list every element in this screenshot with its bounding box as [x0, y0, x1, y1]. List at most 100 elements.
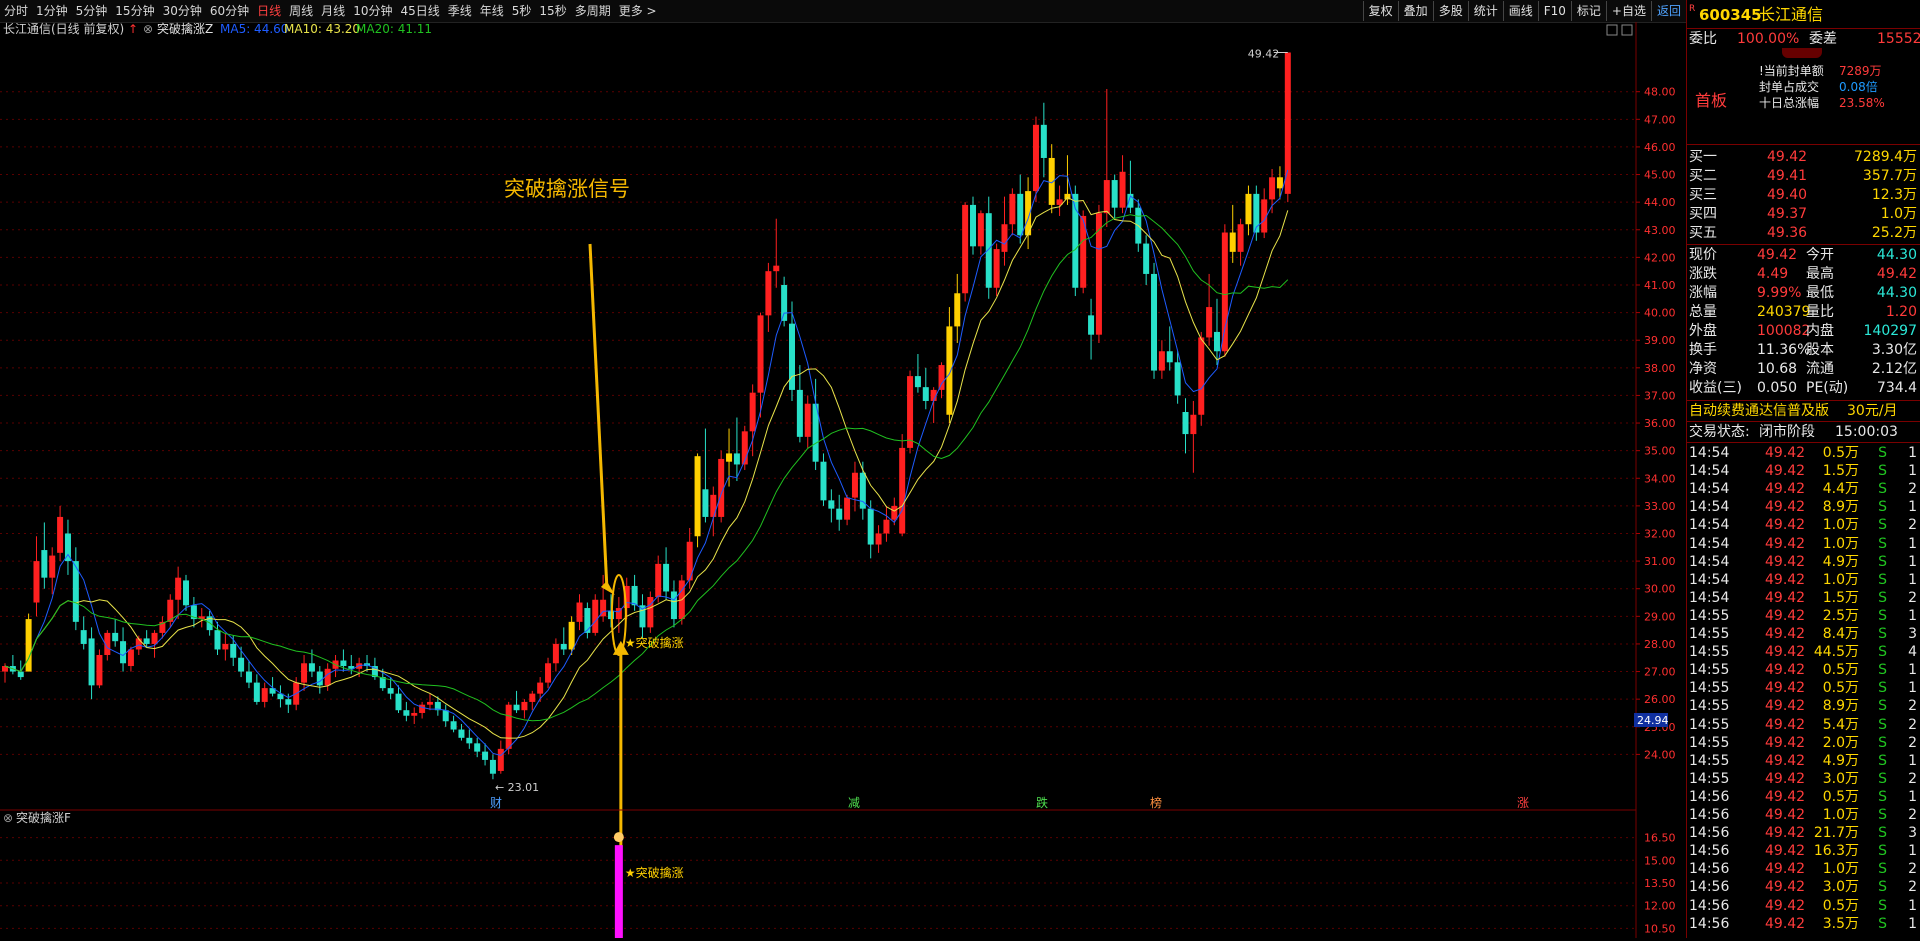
candle-body[interactable] [143, 638, 150, 644]
candle-body[interactable] [403, 710, 410, 716]
gear-icon[interactable]: ⊗ [143, 22, 153, 36]
candle-body[interactable] [505, 704, 512, 749]
candle-body[interactable] [513, 704, 520, 711]
kline-chart-area[interactable]: 48.00 47.00 46.00 45.00 44.00 43.00 42.00 41.00… [0, 21, 1686, 938]
candle-body[interactable] [183, 580, 190, 606]
candle-body[interactable] [151, 632, 158, 644]
candle-body[interactable] [851, 472, 858, 498]
candle-body[interactable] [25, 619, 32, 672]
candle-body[interactable] [1269, 177, 1276, 200]
candle-body[interactable] [1103, 180, 1110, 214]
candle-body[interactable] [773, 265, 780, 272]
candle-body[interactable] [1245, 193, 1252, 225]
candle-body[interactable] [41, 550, 48, 578]
candle-body[interactable] [844, 497, 851, 520]
candle-body[interactable] [733, 453, 740, 465]
candle-body[interactable] [1040, 124, 1047, 158]
period-tab-10[interactable]: 45日线 [396, 0, 443, 22]
candle-body[interactable] [466, 737, 473, 744]
toolbar-button-6[interactable]: 标记 [1570, 1, 1606, 21]
candle-body[interactable] [694, 456, 701, 537]
candle-body[interactable] [1119, 171, 1126, 208]
candle-body[interactable] [1166, 351, 1173, 363]
maximize-icon[interactable] [1606, 24, 1618, 36]
event-marker-jian[interactable]: 减 [848, 796, 860, 810]
candle-body[interactable] [1009, 193, 1016, 225]
candle-body[interactable] [545, 663, 552, 683]
event-marker-die[interactable]: 跌 [1036, 795, 1048, 810]
toolbar-button-4[interactable]: 画线 [1502, 1, 1538, 21]
candle-body[interactable] [993, 249, 1000, 288]
candle-body[interactable] [970, 204, 977, 247]
candle-body[interactable] [663, 563, 670, 592]
candle-body[interactable] [568, 621, 575, 650]
candle-body[interactable] [592, 599, 599, 633]
candle-body[interactable] [985, 213, 992, 288]
candle-body[interactable] [387, 688, 394, 694]
candle-body[interactable] [340, 660, 347, 667]
candle-body[interactable] [946, 326, 953, 415]
toolbar-button-8[interactable]: 返回 [1650, 1, 1686, 21]
period-tab-6[interactable]: 日线 [253, 0, 285, 22]
candle-body[interactable] [576, 602, 583, 622]
period-tab-11[interactable]: 季线 [444, 0, 476, 22]
toolbar-button-5[interactable]: F10 [1537, 1, 1571, 21]
period-tab-4[interactable]: 30分钟 [159, 0, 206, 22]
candle-body[interactable] [1198, 337, 1205, 415]
period-tab-5[interactable]: 60分钟 [206, 0, 253, 22]
candle-body[interactable] [907, 376, 914, 448]
candle-body[interactable] [1158, 351, 1165, 371]
candle-body[interactable] [238, 657, 245, 672]
candle-body[interactable] [670, 591, 677, 620]
candle-body[interactable] [419, 704, 426, 713]
candle-body[interactable] [914, 376, 921, 388]
candle-body[interactable] [316, 671, 323, 686]
toolbar-button-0[interactable]: 复权 [1362, 1, 1398, 21]
candle-body[interactable] [88, 638, 95, 686]
candle-body[interactable] [1001, 224, 1008, 252]
collapse-toggle[interactable] [1782, 48, 1822, 58]
candle-body[interactable] [57, 516, 64, 553]
period-tab-14[interactable]: 15秒 [535, 0, 570, 22]
candle-body[interactable] [781, 284, 788, 321]
candle-body[interactable] [828, 500, 835, 509]
candle-body[interactable] [474, 743, 481, 752]
candle-body[interactable] [426, 701, 433, 705]
period-tab-8[interactable]: 月线 [317, 0, 349, 22]
candle-body[interactable] [411, 712, 418, 716]
sub-gear-icon[interactable]: ⊗ [3, 811, 13, 825]
candle-body[interactable] [230, 643, 237, 658]
candle-body[interactable] [214, 630, 221, 650]
event-marker-bang[interactable]: 榜 [1150, 795, 1162, 810]
toolbar-button-1[interactable]: 叠加 [1397, 1, 1433, 21]
restore-icon[interactable] [1621, 24, 1633, 36]
candle-body[interactable] [552, 643, 559, 664]
period-tab-15[interactable]: 多周期 [571, 0, 615, 22]
candle-body[interactable] [891, 505, 898, 520]
promo-text[interactable]: 自动续费通达信普及版 [1689, 402, 1829, 420]
candle-body[interactable] [726, 453, 733, 462]
candle-body[interactable] [1088, 315, 1095, 335]
candle-body[interactable] [883, 519, 890, 534]
candle-body[interactable] [324, 668, 331, 686]
period-tab-7[interactable]: 周线 [285, 0, 317, 22]
candle-body[interactable] [482, 751, 489, 760]
candle-body[interactable] [120, 641, 127, 664]
candle-body[interactable] [1032, 124, 1039, 192]
candle-body[interactable] [757, 315, 764, 393]
candle-body[interactable] [1284, 52, 1291, 194]
candle-body[interactable] [112, 632, 119, 642]
candle-body[interactable] [702, 489, 709, 517]
candle-body[interactable] [1017, 193, 1024, 236]
candle-body[interactable] [222, 643, 229, 650]
candle-body[interactable] [647, 597, 654, 628]
candle-body[interactable] [1229, 232, 1236, 252]
candle-body[interactable] [1143, 243, 1150, 274]
candle-body[interactable] [710, 494, 717, 517]
period-tab-12[interactable]: 年线 [476, 0, 508, 22]
candle-body[interactable] [1182, 412, 1189, 435]
candle-body[interactable] [33, 561, 40, 603]
candle-body[interactable] [765, 271, 772, 316]
candle-body[interactable] [285, 699, 292, 705]
candle-body[interactable] [497, 748, 504, 771]
